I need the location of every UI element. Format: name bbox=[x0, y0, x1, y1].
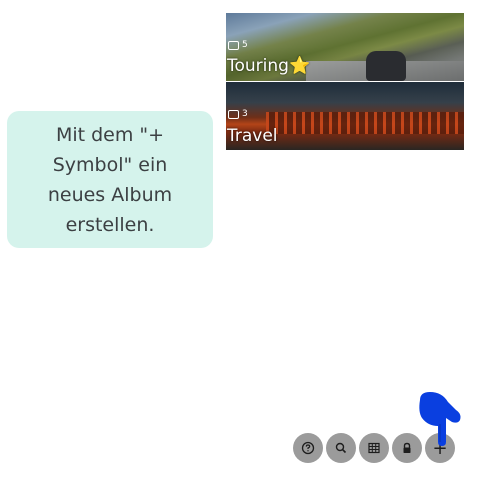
album-card-travel[interactable]: 3 Travel bbox=[226, 82, 464, 150]
lock-icon bbox=[403, 442, 411, 453]
album-count: 5 bbox=[242, 40, 248, 50]
album-icon bbox=[228, 110, 239, 119]
pointing-hand-icon bbox=[419, 392, 461, 446]
search-button[interactable] bbox=[326, 433, 356, 463]
help-button[interactable] bbox=[293, 433, 323, 463]
album-title: Travel bbox=[227, 126, 278, 146]
grid-icon bbox=[368, 442, 380, 454]
cover-motorcycle bbox=[366, 51, 406, 81]
album-title: Touring⭐ bbox=[227, 56, 311, 76]
search-icon bbox=[335, 442, 347, 454]
album-count: 3 bbox=[242, 109, 248, 119]
album-icon bbox=[228, 41, 239, 50]
help-icon bbox=[301, 441, 315, 455]
cover-shrine bbox=[266, 112, 464, 134]
album-card-touring[interactable]: 5 Touring⭐ bbox=[226, 13, 464, 81]
tooltip-text: Mit dem "+ Symbol" ein neues Album erste… bbox=[47, 123, 173, 236]
grid-view-button[interactable] bbox=[359, 433, 389, 463]
onboarding-tooltip: Mit dem "+ Symbol" ein neues Album erste… bbox=[7, 111, 213, 248]
